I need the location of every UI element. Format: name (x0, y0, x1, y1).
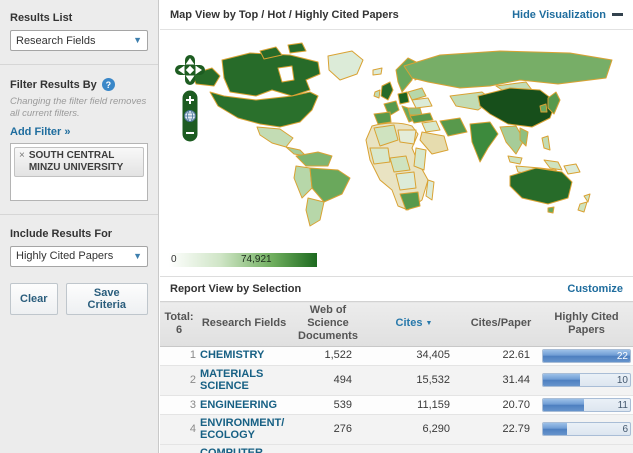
sidebar-divider (0, 64, 158, 65)
hcp-bar: 22 (542, 348, 631, 363)
hcp-bar: 6 (542, 422, 631, 437)
row-docs: 494 (290, 365, 366, 396)
sidebar: Results List Research Fields ▼ Filter Re… (0, 0, 159, 453)
sidebar-divider (0, 213, 158, 215)
map-zoom-control[interactable] (182, 90, 198, 142)
row-cpp: 18.66 (462, 444, 540, 453)
help-icon[interactable]: ? (101, 78, 115, 91)
add-filter-link[interactable]: Add Filter » (10, 126, 71, 138)
row-rank: 5 (160, 444, 198, 453)
row-docs: 290 (290, 444, 366, 453)
save-criteria-button[interactable]: Save Criteria (65, 282, 148, 315)
col-highly-cited: Highly Cited Papers (540, 301, 633, 347)
table-header-row: Total: 6 Research Fields Web of Science … (160, 301, 633, 347)
table-row: 1 CHEMISTRY 1,522 34,405 22.61 22 (160, 346, 633, 366)
col-wos-documents: Web of Science Documents (290, 301, 366, 347)
table-row: 5 COMPUTER SCIENCE 290 5,411 18.66 4 (160, 444, 633, 453)
hcp-value: 22 (616, 350, 628, 362)
row-cpp: 22.61 (462, 346, 540, 366)
row-rank: 1 (160, 346, 198, 366)
row-docs: 276 (290, 414, 366, 446)
hcp-value: 11 (617, 399, 628, 411)
chevron-down-icon: ▼ (133, 35, 142, 45)
legend-min-value: 0 (171, 254, 177, 265)
world-map[interactable] (160, 30, 633, 248)
esi-app: Results List Research Fields ▼ Filter Re… (0, 0, 633, 453)
field-link[interactable]: ENVIRONMENT/ECOLOGY (200, 417, 284, 442)
clear-button[interactable]: Clear (10, 282, 58, 315)
chevron-down-icon: ▼ (133, 250, 142, 261)
hcp-bar: 10 (542, 373, 631, 388)
row-rank: 2 (160, 365, 198, 396)
filter-note: Changing the filter field removes all cu… (10, 96, 147, 119)
row-docs: 539 (290, 395, 366, 415)
row-cpp: 31.44 (462, 365, 540, 396)
col-total: Total: 6 (160, 301, 198, 347)
customize-link[interactable]: Customize (567, 283, 623, 295)
map-view-title: Map View by Top / Hot / Highly Cited Pap… (170, 8, 399, 21)
row-rank: 4 (160, 414, 198, 446)
row-cites: 5,411 (366, 444, 462, 453)
table-row: 3 ENGINEERING 539 11,159 20.70 11 (160, 395, 633, 415)
hcp-bar: 11 (542, 397, 631, 412)
col-cites-sort[interactable]: Cites ▼ (366, 301, 462, 347)
hcp-value: 6 (622, 424, 628, 436)
map-view-header: Map View by Top / Hot / Highly Cited Pap… (160, 0, 633, 30)
col-research-fields: Research Fields (198, 301, 290, 347)
results-list-value: Research Fields (16, 34, 96, 47)
row-rank: 3 (160, 395, 198, 415)
field-link[interactable]: COMPUTER SCIENCE (200, 447, 263, 453)
row-cpp: 22.79 (462, 414, 540, 446)
col-cites-per-paper: Cites/Paper (462, 301, 540, 347)
include-results-select[interactable]: Highly Cited Papers ▼ (10, 245, 148, 267)
map-area (160, 30, 633, 248)
results-list-label: Results List (10, 12, 73, 24)
map-legend: 0 74,921 (169, 250, 633, 272)
legend-max-value: 74,921 (241, 254, 272, 265)
row-cites: 34,405 (366, 346, 462, 366)
field-link[interactable]: ENGINEERING (200, 399, 277, 411)
active-filters-box: × SOUTH CENTRAL MINZU UNIVERSITY (10, 142, 148, 201)
hide-visualization-link[interactable]: Hide Visualization (512, 9, 606, 21)
report-view-header: Report View by Selection Customize (160, 277, 633, 301)
row-docs: 1,522 (290, 346, 366, 366)
include-results-label: Include Results For (10, 227, 113, 240)
sort-desc-icon: ▼ (425, 320, 433, 328)
row-cpp: 20.70 (462, 395, 540, 415)
row-cites: 11,159 (366, 395, 462, 415)
report-table: Total: 6 Research Fields Web of Science … (160, 301, 633, 453)
collapse-icon[interactable] (612, 13, 623, 16)
results-list-select[interactable]: Research Fields ▼ (10, 30, 148, 51)
report-view-title: Report View by Selection (170, 283, 302, 295)
map-pan-control[interactable] (174, 54, 206, 86)
field-link[interactable]: CHEMISTRY (200, 349, 264, 361)
field-link[interactable]: MATERIALS SCIENCE (200, 368, 263, 393)
table-row: 2 MATERIALS SCIENCE 494 15,532 31.44 10 (160, 365, 633, 396)
hcp-value: 10 (616, 375, 628, 387)
include-results-value: Highly Cited Papers (16, 250, 114, 263)
filter-chip[interactable]: × SOUTH CENTRAL MINZU UNIVERSITY (14, 146, 144, 177)
row-cites: 6,290 (366, 414, 462, 446)
remove-filter-icon[interactable]: × (19, 150, 25, 162)
row-cites: 15,532 (366, 365, 462, 396)
table-row: 4 ENVIRONMENT/ECOLOGY 276 6,290 22.79 6 (160, 414, 633, 446)
filter-by-label: Filter Results By (10, 78, 97, 91)
filter-chip-label: SOUTH CENTRAL MINZU UNIVERSITY (28, 149, 124, 173)
globe-icon (184, 110, 196, 122)
main-panel: Map View by Top / Hot / Highly Cited Pap… (160, 0, 633, 453)
